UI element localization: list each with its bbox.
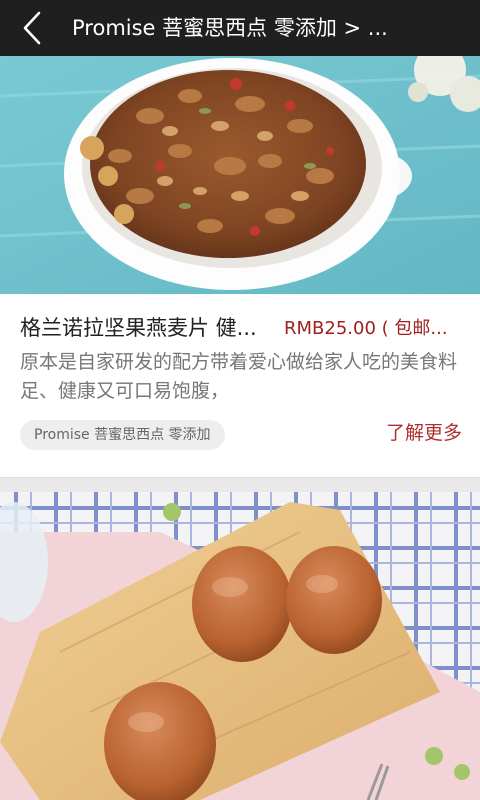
shop-tag[interactable]: Promise 菩蜜思西点 零添加 [20,420,225,450]
product-image-buns[interactable] [0,492,480,800]
chevron-left-icon [23,11,41,45]
product-image-granola[interactable] [0,56,480,294]
product-price: RMB25.00 ( 包邮... [284,318,448,339]
page-title: Promise 菩蜜思西点 零添加 > ... [72,16,388,40]
product-description: 原本是自家研发的配方带着爱心做给家人吃的美食料足、健康又可口易饱腹， [20,351,458,402]
granola-bowl-illustration [0,56,480,294]
buns-illustration [0,492,480,800]
back-button[interactable] [0,0,64,56]
app: Promise 菩蜜思西点 零添加 > ... 格兰诺拉坚果燕麦片 健... R… [0,0,480,800]
product-title: 格兰诺拉坚果燕麦片 健... [20,316,257,340]
product-card[interactable]: 格兰诺拉坚果燕麦片 健... RMB25.00 ( 包邮... 原本是自家研发的… [0,294,480,478]
learn-more-link[interactable]: 了解更多 [386,418,462,448]
top-bar: Promise 菩蜜思西点 零添加 > ... [0,0,480,56]
product-title-row: 格兰诺拉坚果燕麦片 健... RMB25.00 ( 包邮... [20,310,462,344]
